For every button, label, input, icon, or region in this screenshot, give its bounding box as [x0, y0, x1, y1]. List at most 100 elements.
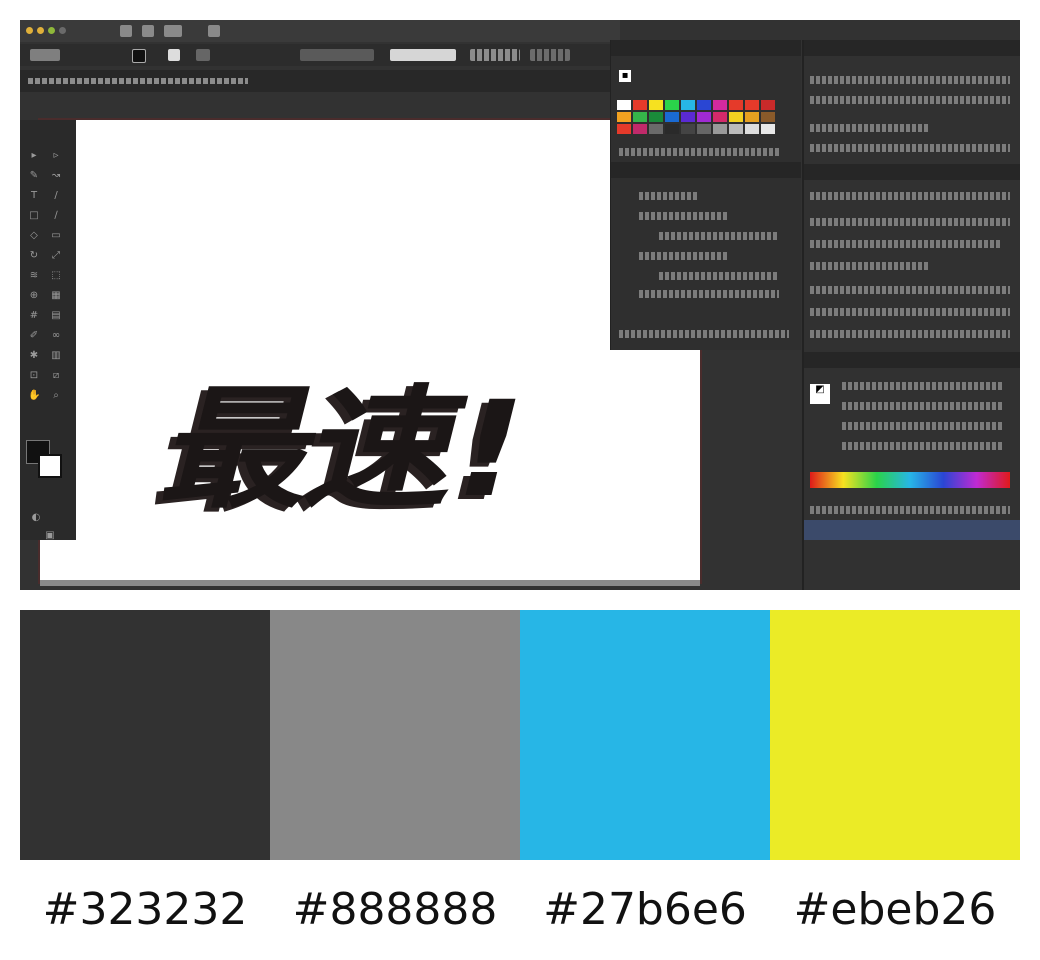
shape-builder-tool-icon[interactable]: ⊕	[28, 290, 40, 302]
color-slider[interactable]	[842, 422, 1002, 430]
swatch[interactable]	[681, 100, 695, 110]
symbol-tool-icon[interactable]: ✱	[28, 350, 40, 362]
leading-field[interactable]	[810, 262, 930, 270]
swatch[interactable]	[729, 124, 743, 134]
line-tool-icon[interactable]: /	[50, 190, 62, 202]
swatch[interactable]	[745, 112, 759, 122]
swatch[interactable]	[729, 100, 743, 110]
free-transform-tool-icon[interactable]: ⬚	[50, 270, 62, 282]
swatch[interactable]	[761, 100, 775, 110]
properties-row[interactable]	[619, 330, 789, 338]
swatch-library-icon[interactable]: ▪	[619, 70, 631, 82]
font-size-field[interactable]	[810, 240, 1000, 248]
curvature-tool-icon[interactable]: ↝	[50, 170, 62, 182]
transform-controls[interactable]	[530, 49, 570, 61]
eraser-tool-icon[interactable]: ▭	[50, 230, 62, 242]
swatch[interactable]	[729, 112, 743, 122]
swatch[interactable]	[633, 100, 647, 110]
properties-panel-header[interactable]	[611, 162, 801, 178]
swatches-panel-header[interactable]	[611, 40, 801, 56]
eyedropper-tool-icon[interactable]: ✐	[28, 330, 40, 342]
mesh-tool-icon[interactable]: #	[28, 310, 40, 322]
blend-tool-icon[interactable]: ∞	[50, 330, 62, 342]
swatch[interactable]	[697, 112, 711, 122]
properties-row[interactable]	[639, 290, 779, 298]
artwork-logo[interactable]: 最速!	[150, 373, 608, 527]
stroke-weight-field[interactable]	[196, 49, 210, 61]
swatch[interactable]	[681, 124, 695, 134]
swatch[interactable]	[617, 100, 631, 110]
zoom-tool-icon[interactable]: ⌕	[50, 390, 62, 402]
window-dot[interactable]	[59, 27, 66, 34]
swatch[interactable]	[761, 124, 775, 134]
color-slider[interactable]	[842, 442, 1002, 450]
color-panel-header[interactable]	[804, 352, 1020, 368]
align-row[interactable]	[810, 76, 1010, 84]
swatch[interactable]	[649, 100, 663, 110]
layout-icon[interactable]	[142, 25, 154, 37]
properties-row[interactable]	[639, 252, 729, 260]
graph-tool-icon[interactable]: ▥	[50, 350, 62, 362]
artboard[interactable]: 最速!	[40, 120, 700, 582]
align-row[interactable]	[810, 124, 930, 132]
window-dot[interactable]	[26, 27, 33, 34]
swatch[interactable]	[633, 112, 647, 122]
opacity-field[interactable]	[300, 49, 374, 61]
selection-tool-icon[interactable]: ▸	[28, 150, 40, 162]
align-row[interactable]	[810, 144, 1010, 152]
swatch[interactable]	[745, 124, 759, 134]
shaper-tool-icon[interactable]: ◇	[28, 230, 40, 242]
window-dot[interactable]	[37, 27, 44, 34]
perspective-tool-icon[interactable]: ▦	[50, 290, 62, 302]
width-tool-icon[interactable]: ≋	[28, 270, 40, 282]
swatch-panel-buttons[interactable]	[619, 148, 779, 156]
properties-row[interactable]	[659, 232, 779, 240]
swatch[interactable]	[697, 124, 711, 134]
font-style-field[interactable]	[810, 218, 1010, 226]
pen-tool-icon[interactable]: ✎	[28, 170, 40, 182]
swatch[interactable]	[697, 100, 711, 110]
swatch[interactable]	[617, 112, 631, 122]
swatch[interactable]	[649, 124, 663, 134]
swatch[interactable]	[745, 100, 759, 110]
kerning-field[interactable]	[810, 286, 1010, 294]
right-panel-tabs[interactable]	[804, 40, 1020, 56]
artboard-scrollbar[interactable]	[40, 580, 700, 586]
layer-row[interactable]	[804, 520, 1020, 540]
gradient-tool-icon[interactable]: ▤	[50, 310, 62, 322]
hand-tool-icon[interactable]: ✋	[28, 390, 40, 402]
fill-stroke-icon[interactable]	[26, 440, 62, 480]
arrange-icon[interactable]	[164, 25, 182, 37]
swatch[interactable]	[761, 112, 775, 122]
character-panel-header[interactable]	[804, 164, 1020, 180]
fill-color-button[interactable]	[132, 49, 146, 63]
swatch[interactable]	[665, 124, 679, 134]
brush-tool-icon[interactable]: ∕	[50, 210, 62, 222]
direct-selection-tool-icon[interactable]: ▹	[50, 150, 62, 162]
color-slider[interactable]	[842, 382, 1002, 390]
swatch[interactable]	[713, 124, 727, 134]
tracking-field[interactable]	[810, 308, 1010, 316]
slice-tool-icon[interactable]: ⧄	[50, 370, 62, 382]
stroke-swatch[interactable]	[38, 454, 62, 478]
swatch[interactable]	[713, 112, 727, 122]
artboard-tool-icon[interactable]: ⊡	[28, 370, 40, 382]
type-tool-icon[interactable]: T	[28, 190, 40, 202]
swatch[interactable]	[665, 112, 679, 122]
scale-tool-icon[interactable]: ⤢	[50, 250, 62, 262]
swatch[interactable]	[713, 100, 727, 110]
window-dot[interactable]	[48, 27, 55, 34]
swatch[interactable]	[633, 124, 647, 134]
rotate-tool-icon[interactable]: ↻	[28, 250, 40, 262]
style-field[interactable]	[390, 49, 456, 61]
swatch[interactable]	[649, 112, 663, 122]
document-tab[interactable]	[20, 70, 620, 92]
align-controls[interactable]	[470, 49, 520, 61]
swatch[interactable]	[681, 112, 695, 122]
properties-row[interactable]	[639, 212, 729, 220]
color-fill-stroke-icon[interactable]: ◩	[810, 384, 830, 404]
screen-mode-icon[interactable]: ▣	[44, 530, 56, 542]
scale-field[interactable]	[810, 330, 1010, 338]
swatch[interactable]	[617, 124, 631, 134]
color-spectrum-icon[interactable]	[810, 472, 1010, 488]
